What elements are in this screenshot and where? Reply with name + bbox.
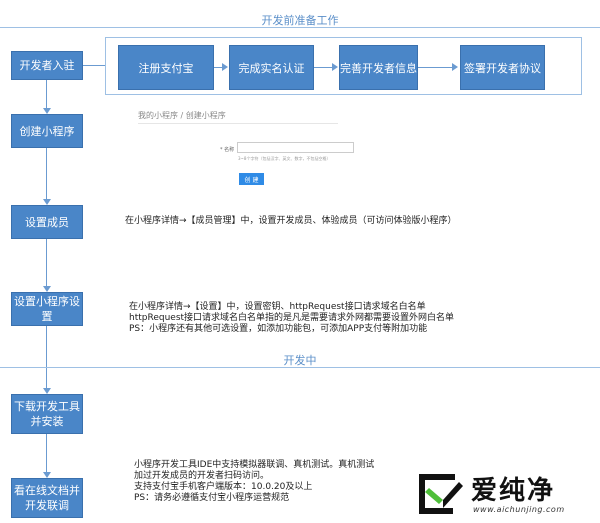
desc-docs-line4: PS：请务必遵循支付宝小程序运营规范 [134,493,290,503]
flow-node-realname-auth: 完成实名认证 [229,45,314,90]
desc-members: 在小程序详情→【成员管理】中，设置开发成员、体验成员（可访问体验版小程序） [125,216,457,226]
arrow-right-icon [332,63,338,71]
desc-docs-line1: 小程序开发工具IDE中支持模拟器联调、真机测试。真机测试 [134,460,375,470]
node-label-line2: 开发联调 [25,499,69,512]
connector-2 [314,67,334,68]
flow-node-set-members: 设置成员 [11,205,83,239]
vertical-connector [46,80,47,110]
flow-node-docs-debug: 看在线文档并 开发联调 [11,478,83,518]
section-title-dev: 开发中 [283,354,317,367]
create-button[interactable]: 创 建 [239,173,264,185]
flow-node-miniapp-settings: 设置小程序设置 [11,292,83,326]
node-label-line1: 下载开发工具 [14,400,80,413]
section-divider-prep [0,27,600,28]
desc-settings-line2: httpRequest接口请求域名白名单指的是凡是需要请求外网都需要设置外网白名… [129,313,455,323]
field-label-name: * 名称 [220,147,235,153]
arrow-right-icon [452,63,458,71]
desc-settings-line1: 在小程序详情→【设置】中，设置密钥、httpRequest接口请求域名白名单 [129,302,426,312]
watermark-logo-icon [419,474,463,514]
node-label-line1: 看在线文档并 [14,484,80,497]
flow-node-download-tools: 下载开发工具 并安装 [11,394,83,434]
section-title-prep: 开发前准备工作 [261,14,339,27]
connector-3 [418,67,454,68]
desc-docs-line3: 支持支付宝手机客户端版本：10.0.20及以上 [134,482,313,492]
flow-node-register-alipay: 注册支付宝 [118,45,214,90]
node-label-line2: 并安装 [30,415,64,428]
flow-node-create-miniapp: 创建小程序 [11,114,83,148]
section-divider-dev [0,367,600,368]
desc-settings-line3: PS：小程序还有其他可选设置，如添加功能包，可添加APP支付等附加功能 [129,324,428,334]
desc-docs-line2: 加过开发成员的开发者扫码访问。 [134,471,270,481]
flow-node-start: 开发者入驻 [11,51,83,80]
connector-start-to-flow [83,65,105,66]
vertical-connector [46,148,47,201]
vertical-connector [46,434,47,474]
flow-node-sign-agreement: 签署开发者协议 [460,45,545,90]
field-hint: 3~8个字符（包括汉字、英文、数字，不包括空格） [238,156,331,161]
flow-node-developer-info: 完善开发者信息 [339,45,418,90]
arrow-right-icon [222,63,228,71]
name-input[interactable] [237,142,354,153]
vertical-connector [46,239,47,288]
breadcrumb: 我的小程序 / 创建小程序 [138,111,226,120]
watermark-brand: 爱纯净 [471,476,556,506]
watermark-url: www.aichunjing.com [473,505,565,514]
divider [138,123,338,124]
